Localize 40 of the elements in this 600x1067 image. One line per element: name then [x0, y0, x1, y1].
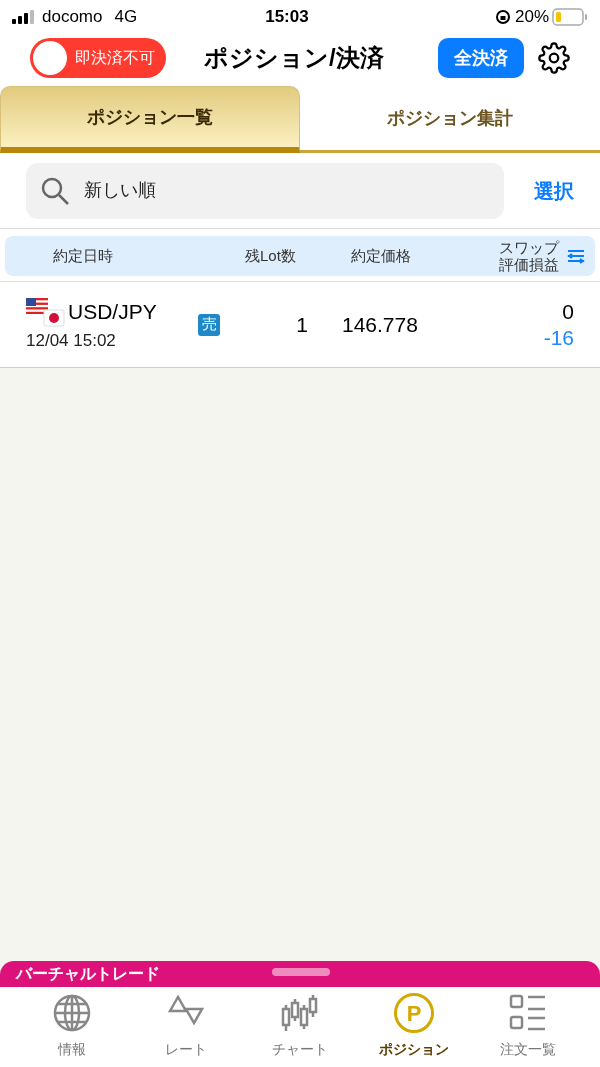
- list-icon: [508, 993, 548, 1033]
- nav-tab[interactable]: P ポジション: [367, 993, 461, 1067]
- banner: バーチャルトレード: [0, 961, 600, 987]
- currency-pair: USD/JPY: [68, 299, 157, 325]
- nav-tab[interactable]: レート: [139, 993, 233, 1067]
- table-cell: -16: [543, 324, 574, 351]
- flag-icon: [26, 297, 66, 328]
- clock: 15:03: [265, 6, 309, 29]
- sort-field[interactable]: 新しい順: [26, 162, 504, 219]
- nav-tab[interactable]: 注文一覧: [481, 993, 575, 1067]
- coin-icon: P: [394, 993, 434, 1033]
- tab[interactable]: ポジション一覧: [0, 86, 300, 153]
- filter-icon[interactable]: [567, 248, 585, 264]
- column-header: 残Lot数: [245, 245, 297, 266]
- candlestick-icon: [280, 993, 320, 1033]
- table-cell-text: 146.778: [342, 311, 419, 338]
- column-header: スワップ: [499, 239, 559, 256]
- column-header: 評価損益: [499, 256, 559, 273]
- select-button[interactable]: 選択: [534, 175, 574, 206]
- signal-icon: [12, 10, 36, 24]
- settings-icon[interactable]: [538, 42, 570, 74]
- table-cell: 0: [562, 298, 574, 325]
- trade-datetime: 12/04 15:02: [26, 329, 117, 352]
- immediate-settle-toggle[interactable]: 即決済不可: [30, 38, 166, 78]
- column-header: 約定価格: [350, 245, 412, 266]
- screen-title: ポジション/決済: [204, 43, 384, 73]
- drag-handle[interactable]: [272, 968, 330, 976]
- rotation-lock-icon: [494, 9, 511, 25]
- battery-icon: [552, 8, 588, 26]
- nav-tab[interactable]: チャート: [253, 993, 347, 1067]
- network-type: 4G: [114, 6, 138, 29]
- carrier-name: docomo: [42, 6, 103, 29]
- battery-percent: 20%: [514, 6, 549, 29]
- sell-badge: 売: [198, 313, 220, 336]
- globe-icon: [52, 993, 92, 1033]
- search-icon: [40, 175, 70, 206]
- nav-tab[interactable]: 情報: [25, 993, 119, 1067]
- close-all-button[interactable]: 全決済: [438, 38, 524, 78]
- column-header: 約定日時: [52, 245, 114, 266]
- table-cell-text: 1: [295, 311, 308, 338]
